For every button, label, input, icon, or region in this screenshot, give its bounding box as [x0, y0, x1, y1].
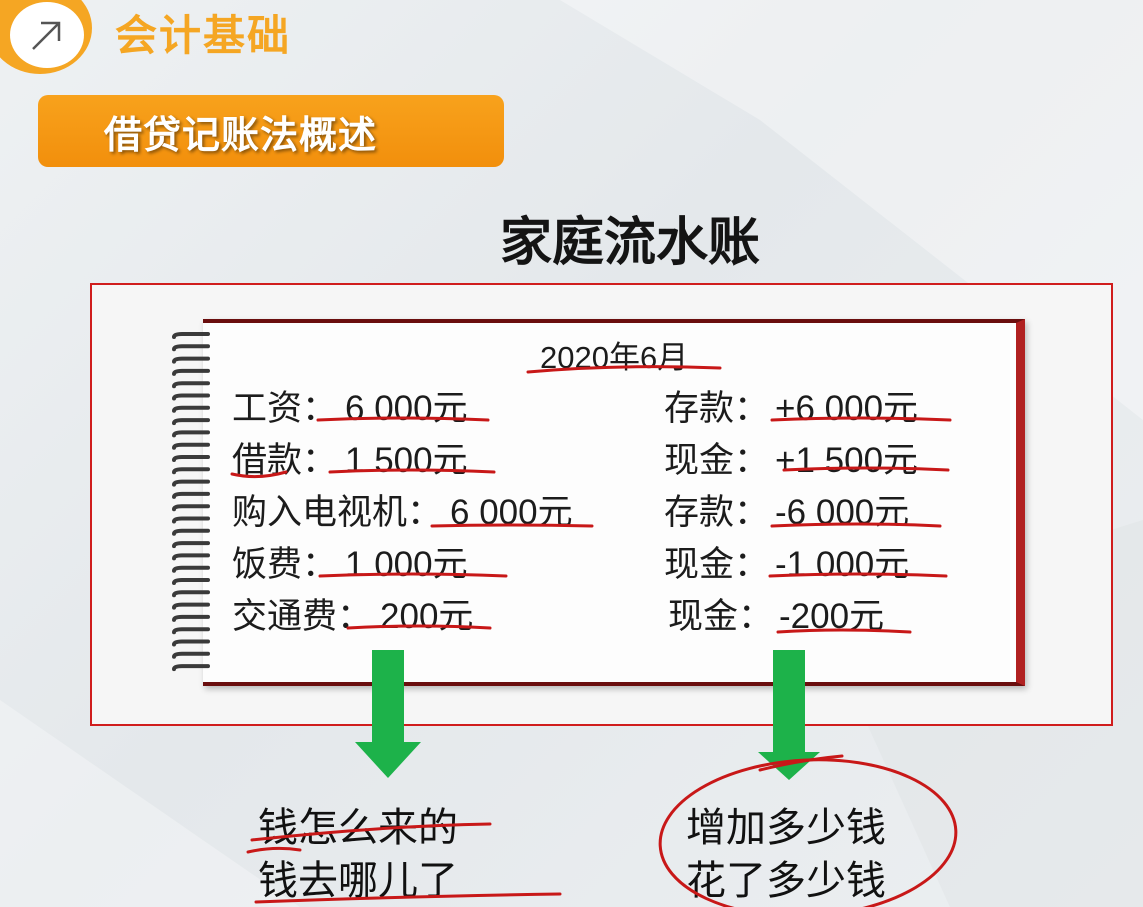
- spiral-coil: [172, 627, 210, 635]
- spiral-coil: [172, 553, 210, 561]
- spiral-coil: [172, 578, 210, 585]
- row-value: 6 000元: [450, 493, 573, 532]
- row-label: 存款：: [664, 389, 770, 428]
- row-value: -1 000元: [775, 545, 910, 584]
- spiral-coil: [172, 602, 210, 610]
- row-label: 饭费：: [232, 545, 338, 584]
- row-value: +6 000元: [775, 389, 919, 428]
- row-value: 1 500元: [345, 441, 468, 480]
- row-value: +1 500元: [775, 441, 919, 480]
- ledger-date: 2020年6月: [540, 340, 689, 375]
- row-value: 200元: [380, 597, 474, 636]
- spiral-coil: [172, 368, 210, 376]
- ledger-row-right-1: 存款： +6 000元: [664, 380, 918, 431]
- spiral-coil: [172, 565, 210, 573]
- note-right-1: 增加多少钱: [686, 806, 886, 850]
- spiral-coil: [172, 455, 210, 462]
- note-left-1: 钱怎么来的: [258, 806, 458, 850]
- ledger-row-right-4: 现金： -1 000元: [664, 536, 909, 587]
- ledger-row-left-1: 工资： 6 000元: [232, 380, 468, 431]
- page-header-title: 会计基础: [115, 11, 292, 60]
- ledger-row-right-2: 现金： +1 500元: [664, 432, 918, 483]
- left-down-arrow-head: [355, 742, 421, 778]
- spiral-coil: [172, 381, 210, 389]
- spiral-coil: [172, 516, 210, 524]
- row-label: 现金：: [668, 597, 774, 636]
- ledger-row-left-3: 购入电视机： 6 000元: [232, 484, 573, 535]
- ledger-row-right-5: 现金： -200元: [668, 588, 884, 639]
- spiral-coil: [172, 418, 210, 426]
- spiral-coil: [172, 528, 210, 536]
- spiral-coil: [172, 664, 210, 672]
- row-value: 1 000元: [345, 545, 468, 584]
- ledger-row-right-3: 存款： -6 000元: [664, 484, 909, 535]
- spiral-coil: [172, 491, 210, 499]
- spiral-coil: [172, 332, 210, 339]
- row-label: 存款：: [664, 493, 770, 532]
- scribble-right: [758, 754, 844, 772]
- spiral-coil: [172, 467, 210, 475]
- row-label: 交通费：: [232, 597, 373, 636]
- row-label: 现金：: [664, 545, 770, 584]
- spiral-coil: [172, 541, 210, 549]
- spiral-coil: [172, 344, 210, 352]
- spiral-coil: [172, 651, 210, 659]
- right-down-arrow-head: [758, 752, 820, 780]
- section-title: 借贷记账法概述: [104, 112, 378, 157]
- spiral-coil: [172, 405, 210, 413]
- spiral-coil: [172, 430, 210, 438]
- note-right-2: 花了多少钱: [686, 859, 886, 903]
- spiral-coil: [172, 356, 210, 364]
- spiral-coil: [172, 393, 210, 401]
- notebook-spiral: [172, 332, 210, 672]
- main-title: 家庭流水账: [499, 213, 760, 273]
- ledger-row-left-4: 饭费： 1 000元: [232, 536, 468, 587]
- arrow-up-right-icon: [0, 0, 92, 74]
- row-label: 现金：: [664, 441, 770, 480]
- section-banner: 借贷记账法概述: [38, 95, 504, 167]
- row-value: 6 000元: [345, 389, 468, 428]
- spiral-coil: [172, 504, 210, 512]
- row-label: 购入电视机：: [232, 493, 443, 532]
- spiral-coil: [172, 442, 210, 450]
- spiral-coil: [172, 479, 210, 487]
- ledger-row-left-2: 借款： 1 500元: [232, 432, 468, 483]
- row-value: -200元: [779, 597, 885, 636]
- spiral-coil: [172, 639, 210, 647]
- ledger-row-left-5: 交通费： 200元: [232, 588, 473, 639]
- row-label: 借款：: [232, 441, 338, 480]
- spiral-coil: [172, 590, 210, 598]
- note-left-2: 钱去哪儿了: [258, 859, 458, 903]
- row-label: 工资：: [232, 389, 338, 428]
- row-value: -6 000元: [775, 493, 910, 532]
- spiral-coil: [172, 614, 210, 622]
